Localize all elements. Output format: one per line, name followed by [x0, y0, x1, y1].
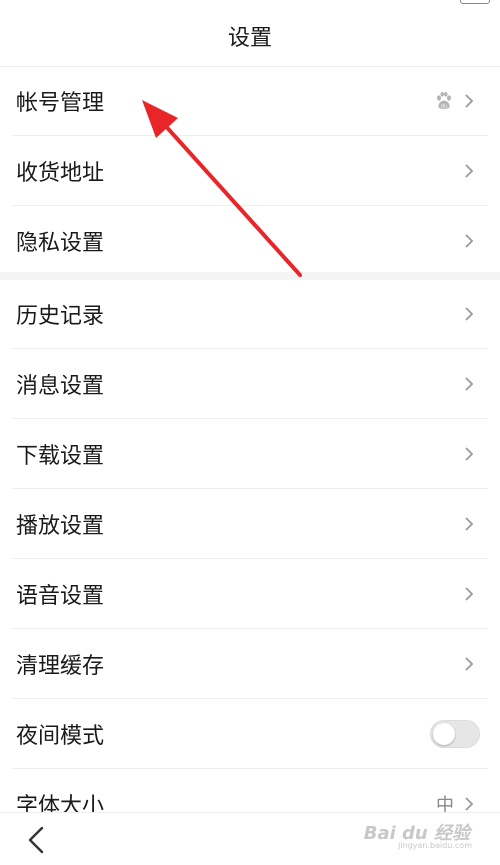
chevron-right-icon [465, 234, 474, 248]
chevron-right-icon [465, 94, 474, 108]
settings-item-notifications[interactable]: 消息设置 [0, 349, 500, 419]
settings-item-label: 隐私设置 [16, 231, 105, 256]
chevron-right-icon [465, 164, 474, 178]
settings-item-privacy[interactable]: 隐私设置 [0, 206, 500, 276]
settings-item-night-mode: 夜间模式 [0, 699, 500, 769]
watermark-url: jingyan.baidu.com [398, 841, 472, 850]
chevron-right-icon [465, 517, 474, 531]
settings-item-playback[interactable]: 播放设置 [0, 489, 500, 559]
settings-item-label: 播放设置 [16, 514, 105, 539]
settings-item-label: 消息设置 [16, 374, 105, 399]
settings-item-label: 下载设置 [16, 444, 105, 469]
chevron-right-icon [465, 447, 474, 461]
battery-icon [460, 0, 490, 4]
settings-item-label: 夜间模式 [16, 724, 105, 749]
settings-item-shipping-address[interactable]: 收货地址 [0, 136, 500, 206]
settings-item-label: 帐号管理 [16, 91, 105, 116]
settings-item-download[interactable]: 下载设置 [0, 419, 500, 489]
settings-item-label: 清理缓存 [16, 654, 105, 679]
settings-item-label: 收货地址 [16, 161, 105, 186]
bottom-bar: Bai du 经验 jingyan.baidu.com [0, 812, 500, 865]
page-title: 设置 [227, 26, 272, 51]
baidu-paw-icon: du [437, 91, 451, 110]
settings-item-label: 历史记录 [16, 304, 105, 329]
settings-item-account-management[interactable]: 帐号管理 du [0, 66, 500, 136]
chevron-right-icon [465, 307, 474, 321]
chevron-right-icon [465, 797, 474, 811]
svg-text:du: du [441, 104, 447, 110]
chevron-right-icon [465, 377, 474, 391]
settings-item-label: 语音设置 [16, 584, 105, 609]
settings-item-right: du [434, 91, 474, 111]
settings-group-account: 帐号管理 du 收货地址 隐私设置 [0, 66, 500, 276]
toggle-knob [433, 723, 455, 745]
settings-item-voice[interactable]: 语音设置 [0, 559, 500, 629]
settings-item-history[interactable]: 历史记录 [0, 279, 500, 349]
header: 设置 [0, 6, 500, 67]
settings-item-clear-cache[interactable]: 清理缓存 [0, 629, 500, 699]
back-button[interactable] [26, 825, 46, 855]
chevron-right-icon [465, 657, 474, 671]
chevron-right-icon [465, 587, 474, 601]
settings-group-general: 历史记录 消息设置 下载设置 播放设置 语音设置 清理缓存 夜间模式 字体大小 … [0, 279, 500, 839]
night-mode-toggle[interactable] [430, 720, 480, 748]
